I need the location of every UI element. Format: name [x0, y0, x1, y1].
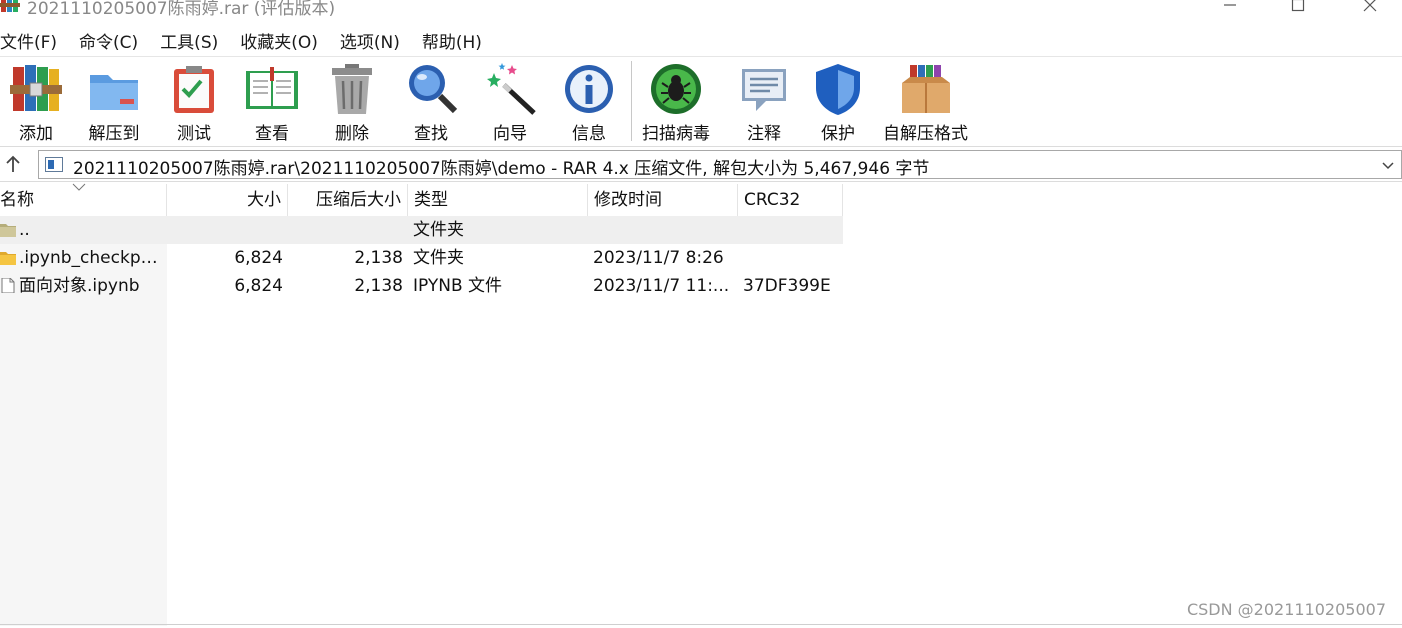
delete-button[interactable]: 删除 — [324, 61, 380, 144]
column-header-type[interactable]: 类型 — [408, 184, 588, 216]
column-header-name[interactable]: 名称 — [0, 184, 167, 216]
row-crc: 37DF399E — [743, 276, 831, 296]
row-packed — [288, 216, 408, 244]
test-button[interactable]: 测试 — [166, 61, 222, 144]
list-row-checkpoints[interactable]: .ipynb_checkpo... 6,824 2,138 文件夹 2023/1… — [0, 244, 843, 272]
minimize-button[interactable] — [1200, 0, 1260, 16]
close-button[interactable] — [1340, 0, 1400, 16]
title-bar: 2021110205007陈雨婷.rar (评估版本) — [0, 0, 1402, 22]
menu-bar: 文件(F) 命令(C) 工具(S) 收藏夹(O) 选项(N) 帮助(H) — [0, 26, 1402, 54]
winrar-app-icon — [0, 0, 20, 12]
comment-button[interactable]: 注释 — [736, 61, 792, 144]
info-icon — [565, 65, 613, 113]
comment-icon — [742, 69, 786, 111]
wizard-button[interactable]: 向导 — [482, 61, 538, 144]
list-row-notebook[interactable]: 面向对象.ipynb 6,824 2,138 IPYNB 文件 2023/11/… — [0, 272, 843, 300]
close-icon — [1363, 0, 1377, 12]
column-header-crc[interactable]: CRC32 — [738, 184, 843, 216]
row-packed: 2,138 — [354, 276, 403, 296]
column-header-modified[interactable]: 修改时间 — [588, 184, 738, 216]
archive-icon — [45, 157, 63, 172]
csdn-watermark: CSDN @2021110205007 — [1186, 600, 1386, 619]
test-label: 测试 — [177, 124, 211, 144]
protect-button[interactable]: 保护 — [810, 61, 866, 144]
toolbar-separator — [631, 61, 632, 141]
protect-label: 保护 — [821, 124, 855, 144]
extract-folder-icon — [90, 75, 138, 110]
sfx-label: 自解压格式 — [883, 124, 968, 144]
delete-label: 删除 — [335, 124, 369, 144]
wizard-label: 向导 — [493, 124, 527, 144]
row-modified: 2023/11/7 11:... — [593, 276, 730, 296]
find-label: 查找 — [414, 124, 448, 144]
view-book-icon — [246, 67, 298, 109]
virus-scan-button[interactable]: 扫描病毒 — [642, 61, 710, 144]
virus-scan-icon — [651, 64, 701, 114]
extract-to-label: 解压到 — [88, 124, 140, 144]
up-folder-button[interactable] — [2, 153, 24, 175]
chevron-down-icon — [1382, 162, 1394, 170]
magnifier-icon — [409, 65, 458, 114]
row-modified — [588, 216, 738, 244]
wizard-wand-icon — [487, 63, 536, 115]
minimize-icon — [1224, 4, 1236, 6]
view-label: 查看 — [255, 124, 289, 144]
list-row-parent[interactable]: .. 文件夹 — [0, 216, 843, 244]
extract-to-button[interactable]: 解压到 — [86, 61, 142, 144]
window-title: 2021110205007陈雨婷.rar (评估版本) — [27, 0, 336, 19]
menu-file[interactable]: 文件(F) — [0, 28, 68, 53]
file-list[interactable]: 名称 大小 压缩后大小 类型 修改时间 CRC32 .. 文件夹 .ipynb_… — [0, 183, 1402, 626]
sfx-button[interactable]: 自解压格式 — [883, 61, 968, 144]
path-text: 2021110205007陈雨婷.rar\2021110205007陈雨婷\de… — [73, 159, 930, 179]
row-type: IPYNB 文件 — [413, 276, 503, 296]
add-button[interactable]: 添加 — [8, 61, 64, 144]
list-header: 名称 大小 压缩后大小 类型 修改时间 CRC32 — [0, 183, 843, 216]
menu-favorites[interactable]: 收藏夹(O) — [229, 28, 329, 53]
maximize-icon — [1291, 0, 1305, 12]
toolbar: 添加 解压到 测试 查看 删除 查找 向导 信息 扫描病毒 注释 保护 自解压格… — [0, 56, 1402, 144]
path-dropdown-button[interactable] — [1379, 156, 1397, 174]
menu-commands[interactable]: 命令(C) — [68, 28, 149, 53]
add-label: 添加 — [19, 124, 53, 144]
menu-options[interactable]: 选项(N) — [329, 28, 411, 53]
row-packed: 2,138 — [354, 248, 403, 268]
sfx-box-icon — [901, 65, 950, 113]
info-label: 信息 — [572, 124, 606, 144]
row-crc — [738, 216, 843, 244]
menu-tools[interactable]: 工具(S) — [149, 28, 229, 53]
info-button[interactable]: 信息 — [561, 61, 617, 144]
find-button[interactable]: 查找 — [403, 61, 459, 144]
test-clipboard-icon — [174, 66, 214, 113]
row-size: 6,824 — [234, 248, 283, 268]
row-type: 文件夹 — [413, 248, 464, 268]
view-button[interactable]: 查看 — [244, 61, 300, 144]
row-modified: 2023/11/7 8:26 — [593, 248, 724, 268]
row-size — [167, 216, 288, 244]
shield-icon — [816, 64, 860, 115]
row-type: 文件夹 — [413, 220, 464, 240]
row-crc — [738, 244, 843, 272]
maximize-button[interactable] — [1268, 0, 1328, 16]
row-name: .ipynb_checkpo... — [19, 248, 167, 268]
column-header-size[interactable]: 大小 — [167, 184, 288, 216]
address-bar: 2021110205007陈雨婷.rar\2021110205007陈雨婷\de… — [0, 146, 1402, 182]
row-name: 面向对象.ipynb — [19, 276, 140, 296]
add-books-icon — [10, 65, 62, 111]
column-header-packed[interactable]: 压缩后大小 — [288, 184, 408, 216]
menu-help[interactable]: 帮助(H) — [411, 28, 493, 53]
path-field[interactable]: 2021110205007陈雨婷.rar\2021110205007陈雨婷\de… — [38, 150, 1402, 179]
row-size: 6,824 — [234, 276, 283, 296]
virus-scan-label: 扫描病毒 — [642, 124, 710, 144]
trash-icon — [332, 64, 372, 114]
arrow-up-icon — [6, 155, 20, 172]
status-divider — [0, 624, 1402, 628]
comment-label: 注释 — [747, 124, 781, 144]
row-name: .. — [19, 220, 30, 240]
